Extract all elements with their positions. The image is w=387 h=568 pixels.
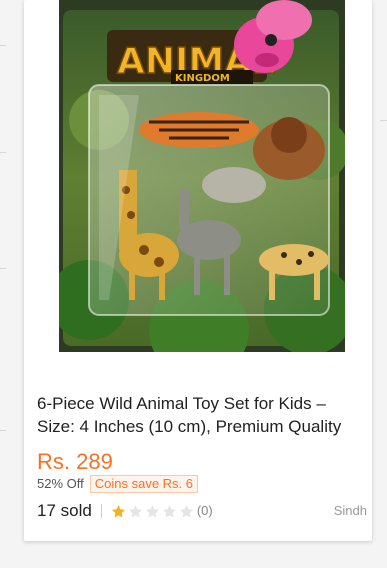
star-icon	[128, 504, 142, 517]
left-edge-mark	[0, 268, 6, 269]
left-edge-mark	[0, 45, 6, 46]
seller-location: Sindh	[333, 503, 367, 518]
animal-toy-package-image: ANIMAL KINGDOM	[59, 0, 345, 352]
sold-count: 17 sold	[37, 501, 92, 520]
rating-count: (0)	[196, 503, 213, 518]
star-icon	[179, 504, 193, 517]
product-card[interactable]: ANIMAL KINGDOM 6-Piece Wild Animal Toy S…	[24, 0, 372, 541]
product-title[interactable]: 6-Piece Wild Animal Toy Set for Kids – S…	[37, 392, 365, 438]
rating-stars	[111, 504, 196, 519]
package-subtitle-text: KINGDOM	[175, 73, 230, 84]
star-icon	[111, 504, 125, 517]
product-image[interactable]: ANIMAL KINGDOM	[59, 0, 345, 352]
divider	[100, 504, 102, 518]
right-edge-mark	[380, 120, 387, 121]
star-icon	[145, 504, 159, 517]
left-edge-mark	[0, 152, 6, 153]
coins-badge: Coins save Rs. 6	[89, 475, 198, 493]
product-price: Rs. 289	[37, 449, 113, 474]
discount-percent: 52% Off	[37, 476, 84, 491]
meta-row: 17 sold (0) Sindh	[37, 500, 367, 522]
discount-row: 52% Off Coins save Rs. 6	[37, 475, 198, 493]
star-icon	[162, 504, 176, 517]
left-edge-mark	[0, 430, 6, 431]
